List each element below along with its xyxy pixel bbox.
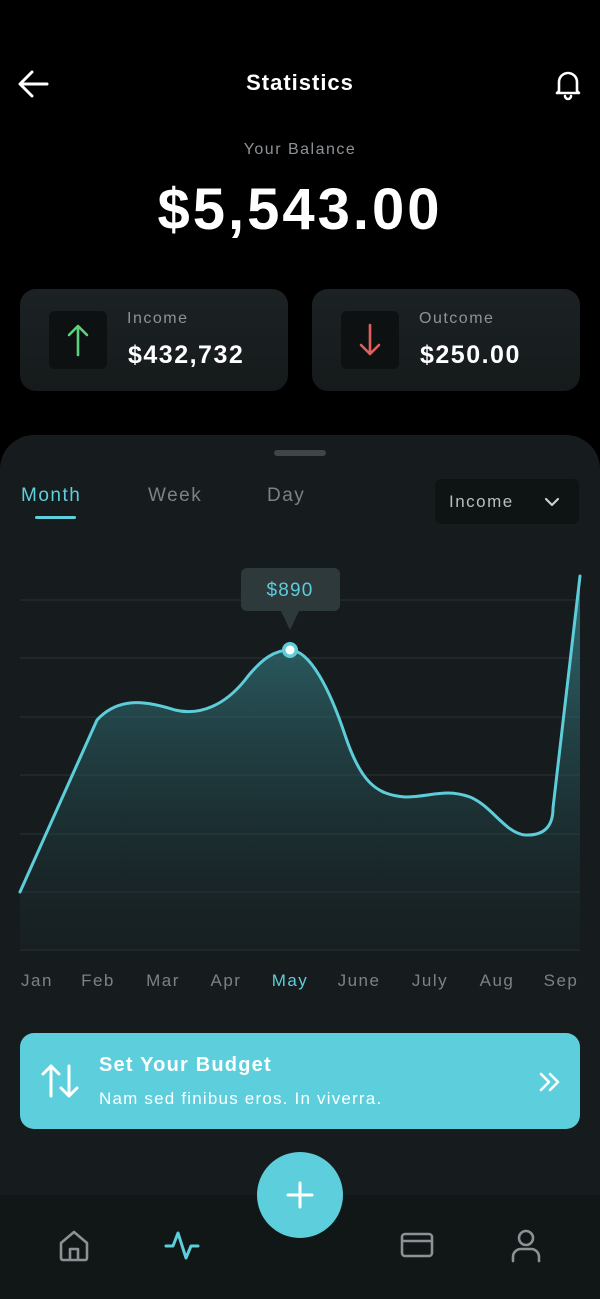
x-axis-label-aug[interactable]: Aug — [480, 971, 515, 990]
x-axis-label-apr[interactable]: Apr — [211, 971, 242, 990]
tab-day[interactable]: Day — [267, 485, 305, 507]
sheet-handle[interactable] — [274, 450, 326, 456]
income-value: $432,732 — [128, 341, 245, 369]
budget-subtitle: Nam sed finibus eros. In viverra. — [99, 1089, 383, 1108]
set-budget-banner[interactable]: Set Your Budget Nam sed finibus eros. In… — [20, 1033, 580, 1129]
balance-value: $5,543.00 — [157, 177, 443, 242]
double-chevron-right-icon — [538, 1070, 562, 1094]
outcome-card[interactable]: Outcome $250.00 — [312, 289, 580, 391]
x-axis-label-june[interactable]: June — [338, 971, 381, 990]
balance-label: Your Balance — [243, 141, 357, 158]
bell-icon[interactable] — [550, 66, 586, 102]
filter-dropdown-value: Income — [449, 492, 514, 511]
income-area-chart: $890 Jan Feb Mar Apr May June July Aug Sep — [18, 568, 582, 990]
tab-month[interactable]: Month — [21, 485, 81, 507]
budget-title: Set Your Budget — [99, 1054, 272, 1076]
tab-week[interactable]: Week — [148, 485, 202, 507]
active-tab-indicator — [35, 516, 76, 519]
swap-arrows-icon — [40, 1061, 80, 1101]
arrow-up-icon — [49, 311, 107, 369]
outcome-label: Outcome — [419, 310, 495, 327]
outcome-value: $250.00 — [420, 341, 521, 369]
x-axis-label-jan[interactable]: Jan — [21, 971, 53, 990]
chart-tooltip: $890 — [241, 568, 340, 630]
x-axis-label-mar[interactable]: Mar — [146, 971, 180, 990]
page-title: Statistics — [246, 70, 354, 95]
home-icon[interactable] — [56, 1227, 92, 1263]
x-axis-label-sep[interactable]: Sep — [544, 971, 579, 990]
income-label: Income — [127, 310, 189, 327]
user-icon[interactable] — [508, 1227, 544, 1263]
x-axis-label-feb[interactable]: Feb — [81, 971, 115, 990]
add-button[interactable] — [257, 1152, 343, 1238]
x-axis-label-may[interactable]: May — [272, 971, 309, 990]
chart-tooltip-label: $890 — [266, 580, 313, 601]
chevron-down-icon — [544, 494, 560, 510]
income-card[interactable]: Income $432,732 — [20, 289, 288, 391]
chart-area — [20, 576, 580, 950]
card-icon[interactable] — [399, 1227, 435, 1263]
filter-dropdown[interactable]: Income — [435, 479, 579, 524]
arrow-down-icon — [341, 311, 399, 369]
activity-icon[interactable] — [164, 1227, 200, 1263]
plus-icon — [286, 1181, 314, 1209]
x-axis-label-july[interactable]: July — [412, 971, 448, 990]
